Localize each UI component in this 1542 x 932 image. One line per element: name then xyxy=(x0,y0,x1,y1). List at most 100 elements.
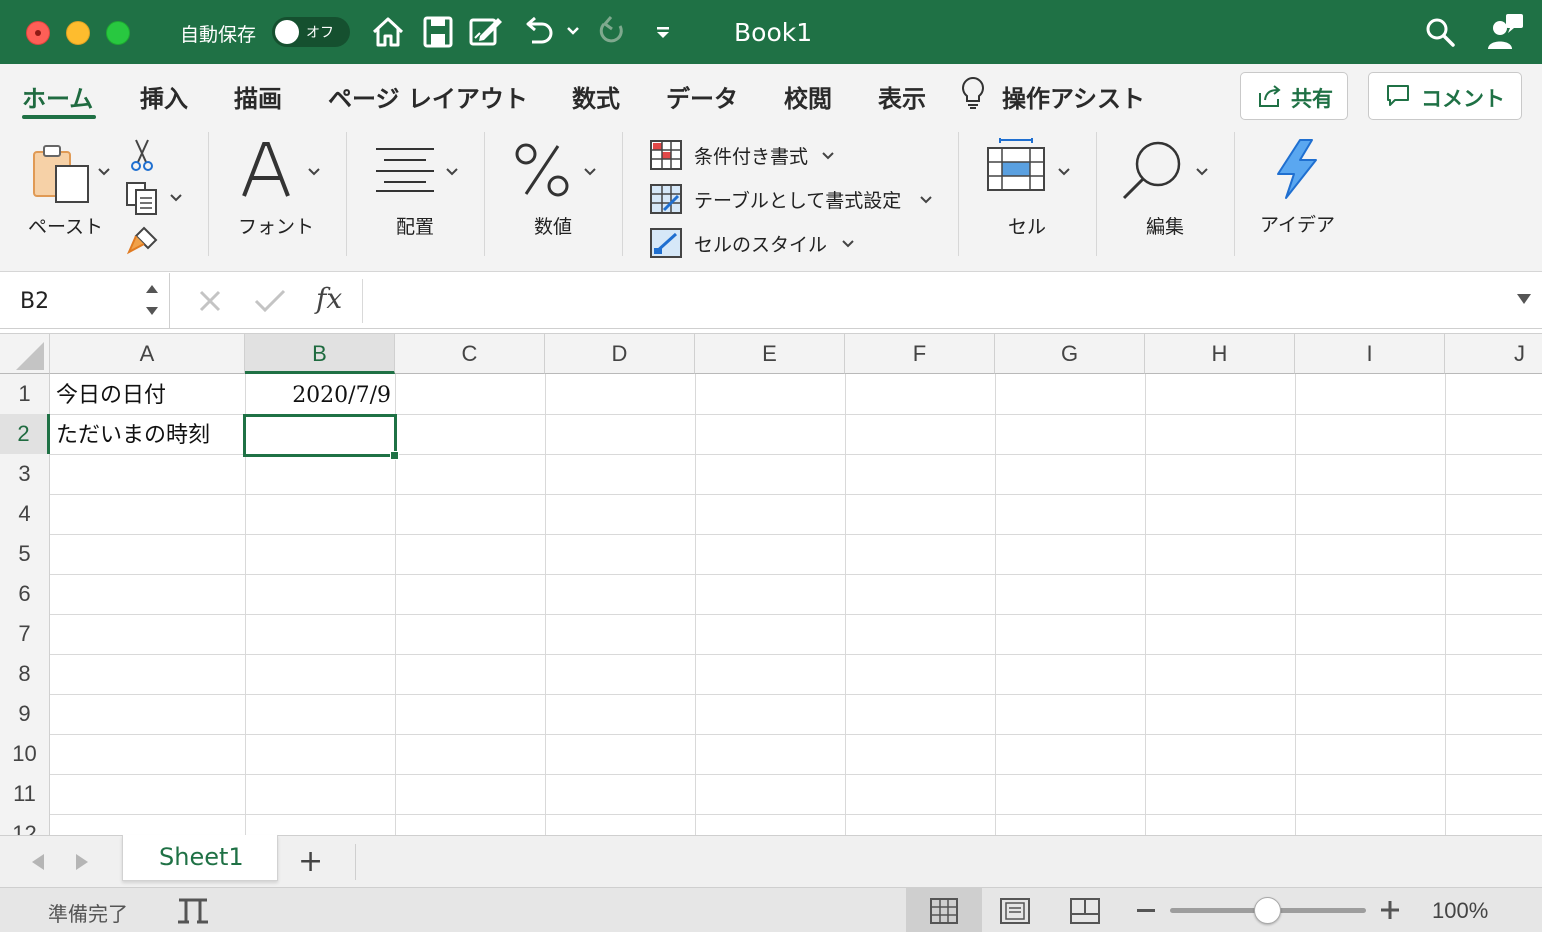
undo-dropdown-chevron-icon[interactable] xyxy=(566,26,580,36)
confirm-entry-icon[interactable] xyxy=(254,289,286,313)
row-header-10[interactable]: 10 xyxy=(0,734,50,774)
cell-a2[interactable]: ただいまの時刻 xyxy=(56,416,210,456)
autosave-toggle[interactable]: オフ xyxy=(272,17,350,47)
tab-page-layout[interactable]: ページ レイアウト xyxy=(328,79,528,114)
previous-sheet-icon[interactable] xyxy=(28,852,46,872)
tell-me-search[interactable]: 操作アシスト xyxy=(1002,79,1145,114)
conditional-formatting-icon xyxy=(650,140,682,170)
copy-chevron-icon[interactable] xyxy=(170,194,182,202)
gridline xyxy=(545,374,546,835)
share-button[interactable]: 共有 xyxy=(1240,72,1348,120)
column-header-d[interactable]: D xyxy=(545,334,695,374)
row-header-4[interactable]: 4 xyxy=(0,494,50,534)
magnifier-icon xyxy=(1122,141,1181,200)
column-header-j[interactable]: J xyxy=(1445,334,1542,374)
redo-icon[interactable] xyxy=(594,14,630,50)
page-break-view-icon[interactable] xyxy=(1070,898,1100,924)
tab-review[interactable]: 校閲 xyxy=(784,79,832,114)
tab-home[interactable]: ホーム xyxy=(22,79,93,114)
row-header-3[interactable]: 3 xyxy=(0,454,50,494)
column-header-h[interactable]: H xyxy=(1145,334,1295,374)
tab-view[interactable]: 表示 xyxy=(878,79,926,114)
cells-icon xyxy=(987,138,1045,191)
customize-toolbar-icon[interactable] xyxy=(654,26,672,40)
save-icon[interactable] xyxy=(422,14,454,50)
column-header-b[interactable]: B xyxy=(245,334,395,374)
row-header-5[interactable]: 5 xyxy=(0,534,50,574)
row-header-2[interactable]: 2 xyxy=(0,414,50,454)
column-header-c[interactable]: C xyxy=(395,334,545,374)
tab-formulas[interactable]: 数式 xyxy=(572,79,620,114)
search-icon[interactable] xyxy=(1424,16,1456,48)
cut-icon[interactable] xyxy=(128,138,156,172)
lightbulb-icon[interactable] xyxy=(960,76,986,110)
sheet-tab-sheet1[interactable]: Sheet1 xyxy=(122,835,278,881)
zoom-percentage[interactable]: 100% xyxy=(1432,898,1488,924)
row-header-6[interactable]: 6 xyxy=(0,574,50,614)
add-sheet-button[interactable]: + xyxy=(298,844,323,879)
home-icon[interactable] xyxy=(370,14,406,50)
row-header-8[interactable]: 8 xyxy=(0,654,50,694)
minimize-window-button[interactable] xyxy=(66,21,90,45)
zoom-slider-knob[interactable] xyxy=(1254,897,1281,924)
gridline xyxy=(50,814,1542,815)
clipboard-icon xyxy=(33,145,89,203)
insert-function-button[interactable]: fx xyxy=(316,282,342,315)
column-header-a[interactable]: A xyxy=(50,334,245,374)
ribbon-separator xyxy=(1096,132,1097,256)
conditional-formatting-chevron-icon xyxy=(822,152,834,160)
edit-icon[interactable] xyxy=(468,14,504,50)
copy-icon[interactable] xyxy=(124,180,160,216)
ribbon-separator xyxy=(484,132,485,256)
format-painter-icon[interactable] xyxy=(126,224,160,256)
percent-icon xyxy=(515,143,569,197)
gridline xyxy=(1145,374,1146,835)
gridline xyxy=(50,614,1542,615)
accessibility-check-icon[interactable] xyxy=(176,896,210,926)
gridline xyxy=(50,494,1542,495)
ribbon-home-panel: ペースト フォント 配置 数値 条件付き書式 テーブルとして書式設定 セルのスタ… xyxy=(0,122,1542,272)
row-header-9[interactable]: 9 xyxy=(0,694,50,734)
autosave-toggle-knob xyxy=(275,20,299,44)
expand-formula-bar-icon[interactable] xyxy=(1516,293,1532,305)
page-layout-view-icon[interactable] xyxy=(1000,898,1030,924)
next-sheet-icon[interactable] xyxy=(74,852,92,872)
zoom-window-button[interactable] xyxy=(106,21,130,45)
alignment-chevron-icon xyxy=(446,168,458,176)
tab-data[interactable]: データ xyxy=(666,79,738,114)
font-label: フォント xyxy=(238,216,315,238)
gridline xyxy=(50,734,1542,735)
worksheet-grid[interactable]: A B C D E F G H I J 1 2 3 4 5 6 7 8 9 10… xyxy=(0,333,1542,835)
zoom-in-icon[interactable] xyxy=(1380,900,1400,920)
font-a-icon xyxy=(242,142,290,197)
row-header-12[interactable]: 12 xyxy=(0,814,50,835)
column-header-g[interactable]: G xyxy=(995,334,1145,374)
row-header-7[interactable]: 7 xyxy=(0,614,50,654)
lightning-ideas-icon xyxy=(1277,139,1317,199)
tab-draw[interactable]: 描画 xyxy=(234,79,282,114)
column-header-f[interactable]: F xyxy=(845,334,995,374)
cell-a1[interactable]: 今日の日付 xyxy=(56,376,166,416)
comments-button[interactable]: コメント xyxy=(1368,72,1522,120)
ribbon-separator xyxy=(958,132,959,256)
cell-b1[interactable]: 2020/7/9 xyxy=(245,376,391,416)
select-all-button[interactable] xyxy=(0,334,50,374)
sheet-tab-bar: Sheet1 + xyxy=(0,835,1542,887)
name-box-stepper-icon[interactable] xyxy=(144,281,160,319)
ribbon-tab-bar: ホーム 挿入 描画 ページ レイアウト 数式 データ 校閲 表示 操作アシスト … xyxy=(0,64,1542,122)
cancel-entry-icon[interactable] xyxy=(198,289,222,313)
column-header-e[interactable]: E xyxy=(695,334,845,374)
formula-input[interactable] xyxy=(362,279,1502,323)
column-header-i[interactable]: I xyxy=(1295,334,1445,374)
close-window-button[interactable] xyxy=(26,21,50,45)
row-header-1[interactable]: 1 xyxy=(0,374,50,414)
row-header-11[interactable]: 11 xyxy=(0,774,50,814)
name-box[interactable]: B2 xyxy=(0,273,170,328)
zoom-out-icon[interactable] xyxy=(1136,908,1156,914)
share-person-icon[interactable] xyxy=(1486,12,1526,52)
number-chevron-icon xyxy=(584,168,596,176)
tab-insert[interactable]: 挿入 xyxy=(140,79,188,114)
normal-view-button[interactable] xyxy=(906,888,982,932)
undo-icon[interactable] xyxy=(520,14,556,50)
fill-handle[interactable] xyxy=(390,451,399,460)
